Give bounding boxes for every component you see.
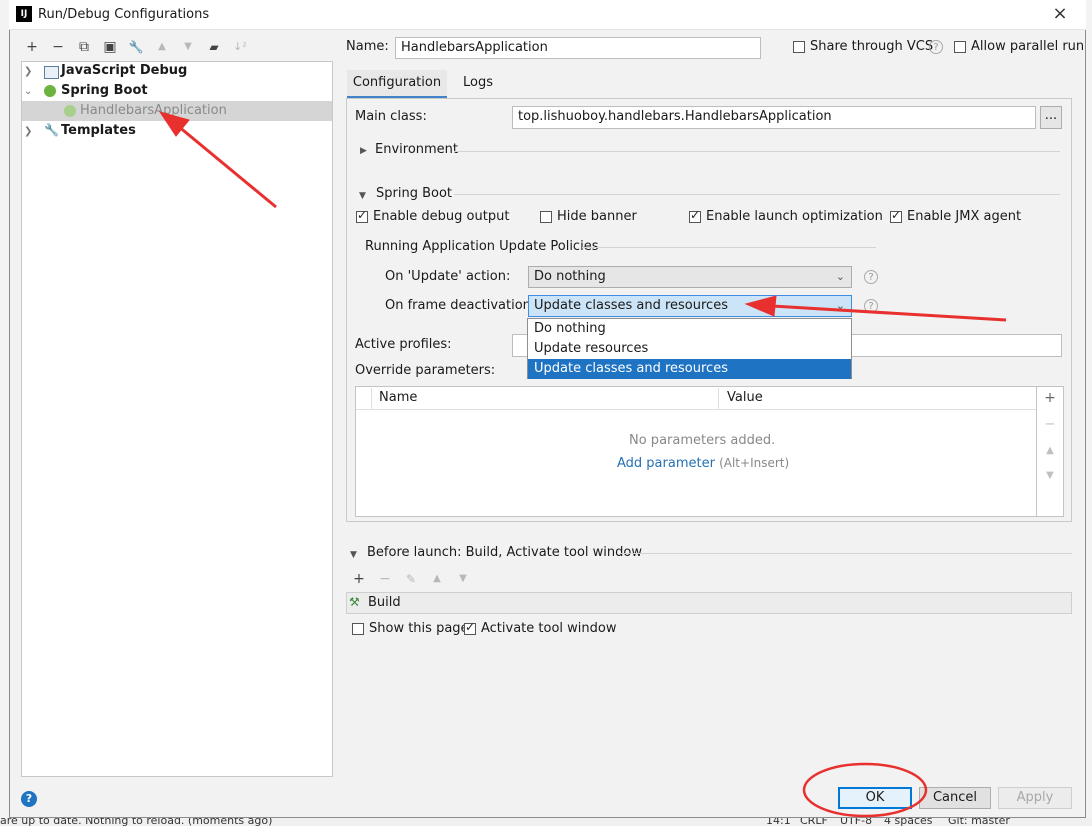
annotation-arrow bbox=[744, 295, 1007, 322]
annotation-circle bbox=[802, 762, 928, 818]
annotation-arrow bbox=[158, 111, 277, 209]
annotation-overlay bbox=[158, 111, 1007, 818]
